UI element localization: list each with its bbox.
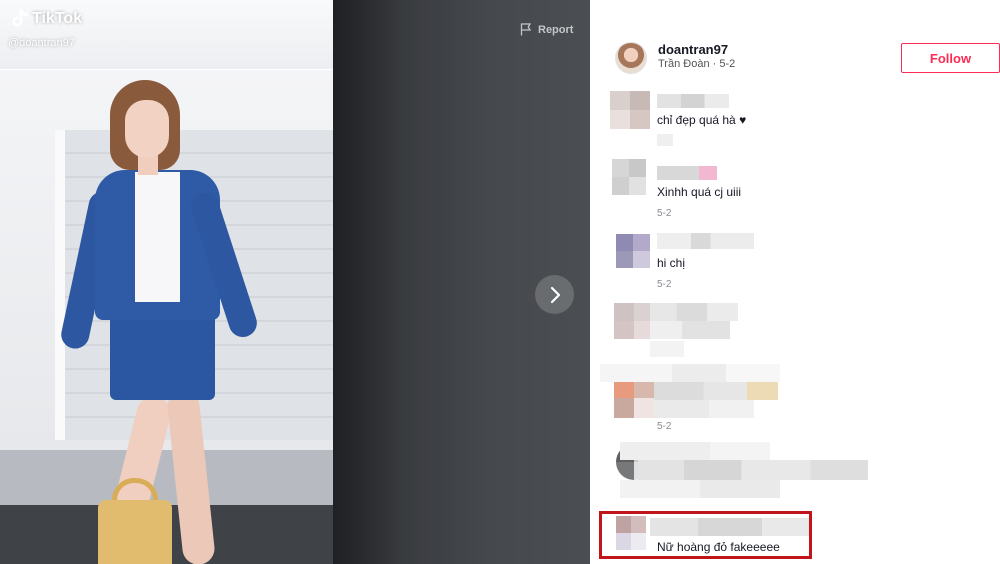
tiktok-wordmark: TikTok [32, 10, 83, 27]
text-pixelated [620, 442, 770, 460]
comment-text: Xinhh quá cj uiii [657, 185, 742, 199]
watermark-handle: @doantran97 [8, 37, 75, 49]
chevron-right-icon [550, 286, 560, 303]
handbag [98, 500, 172, 564]
avatar[interactable] [610, 91, 650, 129]
text-pixelated [600, 364, 780, 382]
video-subject [58, 80, 270, 564]
flag-icon [520, 23, 532, 36]
subject-face [125, 100, 169, 158]
follow-button[interactable]: Follow [901, 43, 1000, 73]
video-frame[interactable]: TikTok @doantran97 [0, 0, 333, 564]
comment-text: chỉ đẹp quá hà ♥ [657, 113, 747, 127]
avatar[interactable] [614, 303, 654, 339]
next-video-button[interactable] [535, 275, 574, 314]
text-pixelated [650, 321, 730, 339]
comment-date: 5-2 [657, 279, 672, 290]
author-avatar[interactable] [615, 42, 647, 74]
report-label: Report [538, 23, 574, 36]
username-pixelated[interactable] [650, 303, 738, 321]
text-pixelated [638, 460, 868, 480]
username-pixelated[interactable] [657, 94, 729, 108]
report-button[interactable]: Report [520, 23, 573, 36]
highlight-annotation-box [599, 511, 812, 559]
text-pixelated [620, 480, 780, 498]
comments-panel: doantran97 Trần Đoàn · 5-2 Follow chỉ đẹ… [590, 0, 1000, 564]
text-pixelated [654, 400, 754, 418]
username-pixelated[interactable] [657, 166, 717, 180]
text-pixelated [654, 382, 778, 400]
backdrop-shadow [333, 0, 403, 564]
avatar[interactable] [616, 234, 650, 268]
author-username[interactable]: doantran97 [658, 42, 728, 57]
comment-date: 5-2 [657, 421, 672, 432]
tiktok-watermark: TikTok [10, 8, 82, 30]
date-pixelated [657, 134, 673, 146]
author-display-line: Trần Đoàn · 5-2 [658, 58, 736, 70]
subject-neck [138, 155, 158, 175]
subject-leg-right [165, 388, 217, 564]
username-pixelated[interactable] [657, 233, 754, 249]
avatar[interactable] [612, 159, 646, 195]
comment-date: 5-2 [657, 208, 672, 219]
subject-shirt [135, 172, 180, 302]
date-pixelated [650, 341, 684, 357]
avatar[interactable] [614, 378, 654, 418]
comment-text: hi chị [657, 256, 686, 270]
tiktok-note-icon [12, 8, 28, 27]
video-backdrop: Report [333, 0, 590, 564]
